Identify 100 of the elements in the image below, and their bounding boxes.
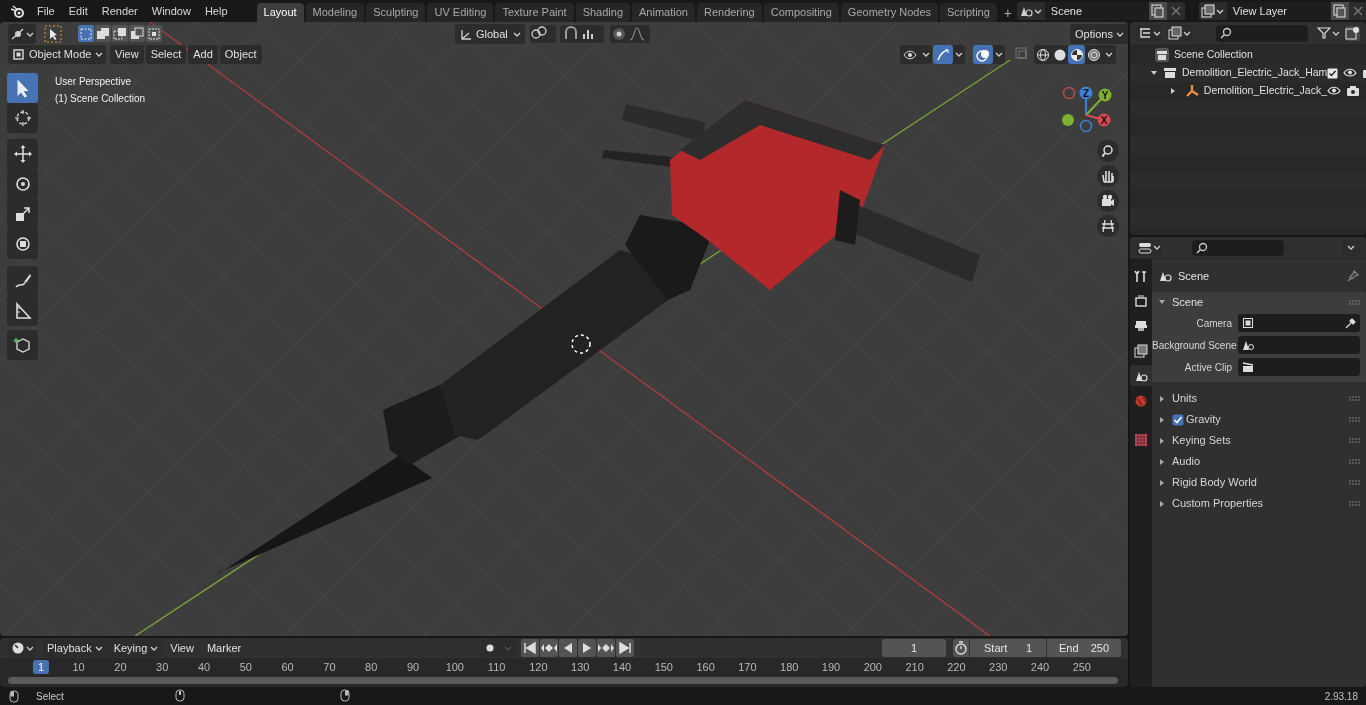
panel-header[interactable]: Gravity: [1152, 409, 1366, 430]
viewport-menu[interactable]: View: [110, 45, 144, 64]
panel-header[interactable]: Custom Properties: [1152, 493, 1366, 514]
editor-type-dropdown[interactable]: [1136, 239, 1162, 256]
selection-mode-button[interactable]: [78, 25, 94, 42]
viewport-menu[interactable]: Object: [219, 45, 262, 64]
editor-type-dropdown[interactable]: [1136, 24, 1162, 42]
select-tool-icon[interactable]: [44, 25, 62, 43]
selection-mode-button[interactable]: [112, 25, 128, 42]
data-block-dropdown[interactable]: [1016, 2, 1045, 20]
selection-mode-button[interactable]: [95, 25, 111, 42]
current-frame-field[interactable]: 1: [882, 639, 946, 657]
timeline-menu[interactable]: Playback: [42, 639, 108, 657]
menu-item[interactable]: Help: [197, 1, 235, 21]
outliner-item-label[interactable]: Demolition_Electric_Jack_: [1203, 83, 1327, 99]
navigation-gizmo[interactable]: Z Y X: [1058, 81, 1118, 141]
eyedropper-icon[interactable]: [1343, 316, 1356, 330]
workspace-tab[interactable]: Texture Paint: [495, 3, 574, 22]
start-frame-field[interactable]: Start 1: [970, 639, 1046, 657]
workspace-tab[interactable]: Layout: [256, 3, 304, 22]
timeline-menu[interactable]: Keying: [108, 639, 164, 657]
tool-button[interactable]: [7, 330, 38, 360]
filter-dropdown[interactable]: [1315, 24, 1341, 42]
checkbox[interactable]: [1327, 67, 1339, 79]
outliner-item-label[interactable]: Scene Collection: [1174, 47, 1253, 63]
search-field[interactable]: [1216, 24, 1308, 42]
tool-button[interactable]: [7, 103, 38, 133]
mode-dropdown[interactable]: Object Mode: [8, 45, 106, 64]
next-keyframe-icon[interactable]: [597, 639, 615, 657]
panel-header[interactable]: Units: [1152, 388, 1366, 409]
tool-button[interactable]: [7, 266, 38, 296]
pin-icon[interactable]: [1346, 269, 1360, 283]
menu-item[interactable]: Window: [144, 1, 198, 21]
menu-item[interactable]: File: [30, 1, 62, 21]
jump-start-icon[interactable]: [521, 639, 539, 657]
record-icon[interactable]: [481, 639, 517, 657]
viewport-menu[interactable]: Add: [188, 45, 218, 64]
gizmo-toggle[interactable]: [933, 45, 953, 64]
stopwatch-icon[interactable]: [953, 639, 969, 657]
workspace-tab[interactable]: Compositing: [763, 3, 839, 22]
tool-button[interactable]: [7, 73, 38, 103]
timeline-menu[interactable]: Marker: [200, 639, 248, 657]
eye-icon[interactable]: [1343, 66, 1358, 80]
drag-handle-icon[interactable]: [1349, 459, 1360, 464]
camera-icon[interactable]: [1097, 190, 1119, 212]
grid-icon[interactable]: [1097, 215, 1119, 237]
data-block-dropdown[interactable]: [1198, 2, 1227, 20]
drag-handle-icon[interactable]: [1349, 299, 1360, 305]
search-field[interactable]: [1192, 239, 1284, 256]
drag-handle-icon[interactable]: [1349, 480, 1360, 485]
end-frame-field[interactable]: End 250: [1047, 639, 1121, 657]
scene-field[interactable]: Scene: [1044, 2, 1149, 20]
previous-keyframe-icon[interactable]: [540, 639, 558, 657]
properties-tab[interactable]: [1130, 365, 1152, 386]
selection-mode-button[interactable]: [146, 25, 162, 42]
editor-type-dropdown[interactable]: [8, 24, 36, 44]
app-logo-icon[interactable]: [10, 4, 24, 18]
eye-icon[interactable]: [1327, 84, 1341, 98]
data-block-field[interactable]: [1238, 336, 1360, 354]
camera-icon[interactable]: [1346, 84, 1360, 98]
overlay-toggle[interactable]: [973, 45, 993, 64]
proportional-editing-icon[interactable]: [610, 25, 650, 43]
view-layer-field[interactable]: View Layer: [1226, 2, 1331, 20]
disclosure-triangle[interactable]: [1150, 69, 1158, 77]
shading-mode-button[interactable]: [1068, 45, 1085, 64]
drag-handle-icon[interactable]: [1349, 396, 1360, 401]
panel-header[interactable]: Scene: [1152, 292, 1366, 312]
drag-handle-icon[interactable]: [1349, 501, 1360, 506]
timeline-scrollbar[interactable]: [8, 677, 1118, 684]
panel-header[interactable]: Audio: [1152, 451, 1366, 472]
outliner-item-label[interactable]: Demolition_Electric_Jack_Ham: [1182, 65, 1328, 81]
checkbox[interactable]: [1172, 413, 1184, 426]
zoom-icon[interactable]: [1097, 140, 1119, 162]
tool-button[interactable]: [7, 139, 38, 169]
visibility-dropdown[interactable]: [900, 45, 920, 64]
panel-header[interactable]: Rigid Body World: [1152, 472, 1366, 493]
data-block-field[interactable]: [1238, 314, 1360, 332]
workspace-tab[interactable]: Geometry Nodes: [840, 3, 938, 22]
panel-header[interactable]: Keying Sets: [1152, 430, 1366, 451]
hand-icon[interactable]: [1097, 165, 1119, 187]
drag-handle-icon[interactable]: [1349, 438, 1360, 443]
workspace-tab[interactable]: Rendering: [696, 3, 762, 22]
viewport-menu[interactable]: Select: [145, 45, 187, 64]
data-block-field[interactable]: [1238, 358, 1360, 376]
workspace-tab[interactable]: Modeling: [305, 3, 365, 22]
timeline-menu[interactable]: View: [164, 639, 200, 657]
options-dropdown[interactable]: [1342, 239, 1360, 256]
options-dropdown[interactable]: Options: [1070, 24, 1128, 44]
menu-item[interactable]: Edit: [61, 1, 95, 21]
snap-icon[interactable]: [560, 25, 604, 43]
selection-mode-button[interactable]: [129, 25, 145, 42]
add-workspace-button[interactable]: +: [998, 3, 1017, 22]
play-icon[interactable]: [578, 639, 596, 657]
tool-button[interactable]: [7, 296, 38, 326]
editor-type-dropdown[interactable]: [8, 639, 36, 657]
jump-end-icon[interactable]: [616, 639, 634, 657]
workspace-tab[interactable]: Animation: [632, 3, 695, 22]
workspace-tab[interactable]: Scripting: [940, 3, 997, 22]
orientation-dropdown[interactable]: Global: [455, 24, 525, 44]
workspace-tab[interactable]: Shading: [575, 3, 631, 22]
